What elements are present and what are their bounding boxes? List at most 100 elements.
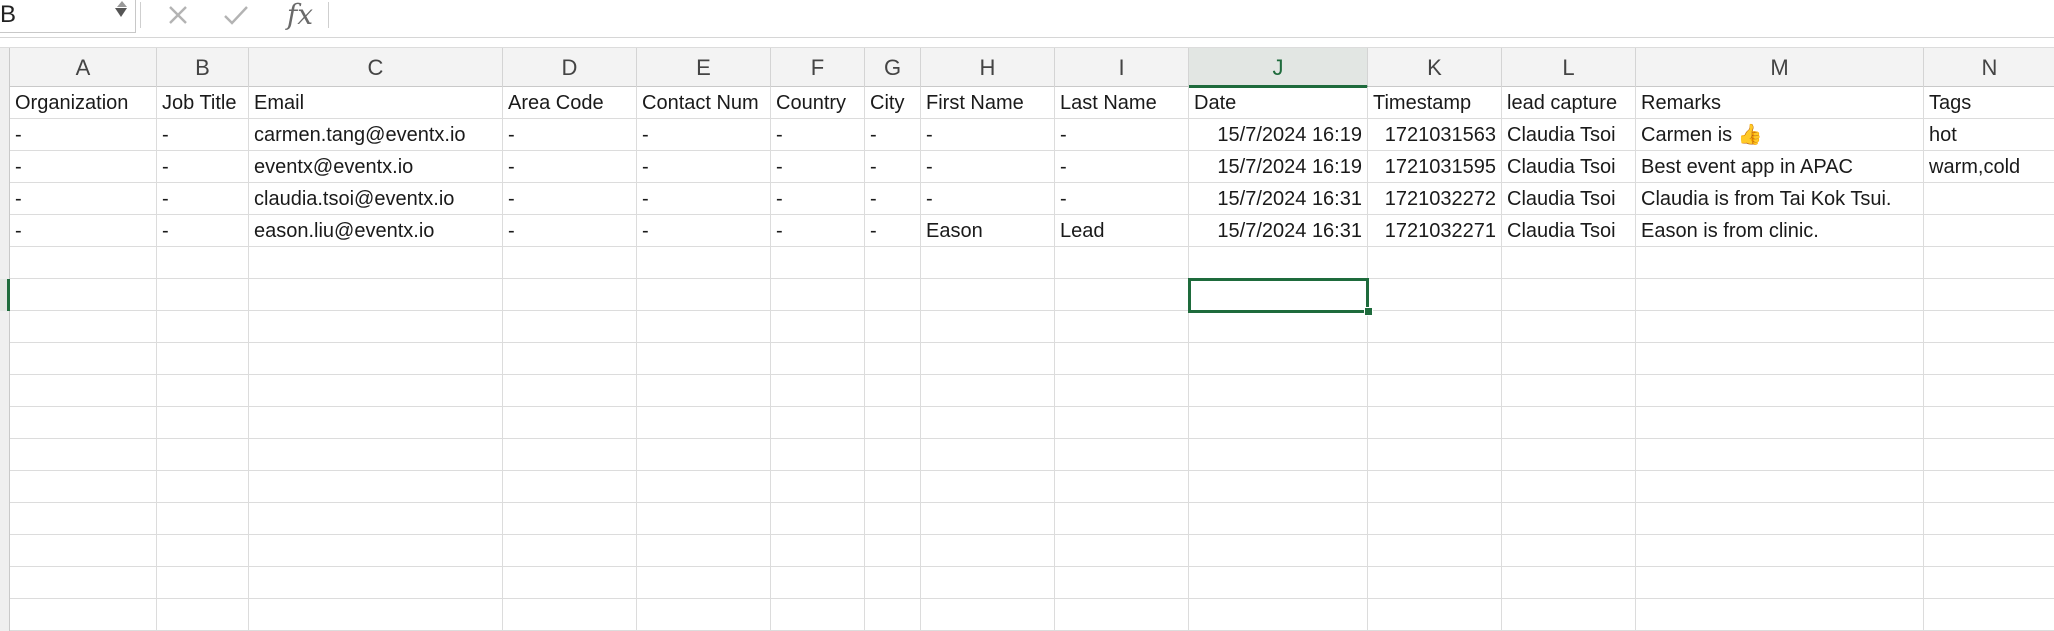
cell-e[interactable]: - (637, 183, 771, 215)
cell-c[interactable]: eventx@eventx.io (249, 151, 503, 183)
cell-n[interactable] (1924, 375, 2054, 407)
cell-e[interactable] (637, 247, 771, 279)
cell-b[interactable] (157, 375, 249, 407)
cell-a[interactable]: - (10, 183, 157, 215)
cell-m[interactable]: Eason is from clinic. (1636, 215, 1924, 247)
cell-j[interactable]: 15/7/2024 16:31 (1189, 215, 1368, 247)
cell-m[interactable] (1636, 567, 1924, 599)
cell-g[interactable] (865, 567, 921, 599)
cell-i[interactable]: - (1055, 119, 1189, 151)
row-header[interactable] (0, 503, 10, 535)
cell-m[interactable] (1636, 439, 1924, 471)
cell-e[interactable] (637, 311, 771, 343)
cell-k[interactable] (1368, 247, 1502, 279)
row-header[interactable] (0, 407, 10, 439)
column-header-d[interactable]: D (503, 48, 637, 88)
cell-e[interactable]: - (637, 119, 771, 151)
cell-k[interactable] (1368, 599, 1502, 631)
cell-h[interactable]: - (921, 151, 1055, 183)
cell-n[interactable] (1924, 567, 2054, 599)
cell-k[interactable] (1368, 375, 1502, 407)
cell-b[interactable]: - (157, 183, 249, 215)
row-header[interactable] (0, 439, 10, 471)
cell-n[interactable] (1924, 599, 2054, 631)
row-header[interactable] (0, 151, 10, 183)
cell-j[interactable] (1189, 503, 1368, 535)
cell-e[interactable] (637, 535, 771, 567)
cell-i[interactable] (1055, 439, 1189, 471)
cell-d[interactable] (503, 503, 637, 535)
cell-b[interactable] (157, 407, 249, 439)
cell-l[interactable] (1502, 343, 1636, 375)
cell-c[interactable] (249, 503, 503, 535)
cell-d[interactable] (503, 471, 637, 503)
cell-m[interactable]: Carmen is 👍 (1636, 119, 1924, 151)
cell-a[interactable] (10, 311, 157, 343)
column-header-k[interactable]: K (1368, 48, 1502, 88)
cell-c[interactable] (249, 471, 503, 503)
cell-j[interactable] (1189, 535, 1368, 567)
cell-n[interactable]: hot (1924, 119, 2054, 151)
column-header-a[interactable]: A (10, 48, 157, 88)
cell-f[interactable] (771, 535, 865, 567)
cell-j[interactable] (1189, 343, 1368, 375)
header-cell-c[interactable]: Email (249, 87, 503, 119)
cell-n[interactable] (1924, 439, 2054, 471)
cell-m[interactable]: Claudia is from Tai Kok Tsui. (1636, 183, 1924, 215)
cell-c[interactable] (249, 247, 503, 279)
cell-g[interactable] (865, 407, 921, 439)
column-header-c[interactable]: C (249, 48, 503, 88)
cell-f[interactable] (771, 375, 865, 407)
cell-n[interactable] (1924, 407, 2054, 439)
cell-l[interactable]: Claudia Tsoi (1502, 151, 1636, 183)
cell-j[interactable]: 15/7/2024 16:31 (1189, 183, 1368, 215)
row-header[interactable] (0, 375, 10, 407)
cell-b[interactable] (157, 535, 249, 567)
cell-k[interactable]: 1721031595 (1368, 151, 1502, 183)
cell-a[interactable] (10, 567, 157, 599)
cell-d[interactable] (503, 439, 637, 471)
cell-c[interactable] (249, 599, 503, 631)
cell-h[interactable] (921, 279, 1055, 311)
cell-m[interactable] (1636, 375, 1924, 407)
cell-a[interactable] (10, 535, 157, 567)
column-header-b[interactable]: B (157, 48, 249, 88)
cell-a[interactable]: - (10, 119, 157, 151)
cell-i[interactable] (1055, 311, 1189, 343)
cell-d[interactable]: - (503, 215, 637, 247)
cell-l[interactable] (1502, 375, 1636, 407)
cell-d[interactable] (503, 535, 637, 567)
cell-d[interactable] (503, 599, 637, 631)
cell-f[interactable] (771, 599, 865, 631)
cell-c[interactable] (249, 567, 503, 599)
cell-b[interactable]: - (157, 119, 249, 151)
cell-i[interactable] (1055, 535, 1189, 567)
cell-i[interactable]: Lead (1055, 215, 1189, 247)
cell-k[interactable] (1368, 279, 1502, 311)
fill-handle[interactable] (1364, 307, 1373, 316)
cell-e[interactable] (637, 343, 771, 375)
cell-l[interactable]: Claudia Tsoi (1502, 119, 1636, 151)
cell-g[interactable] (865, 279, 921, 311)
cell-f[interactable] (771, 311, 865, 343)
cell-n[interactable]: warm,cold (1924, 151, 2054, 183)
cell-e[interactable] (637, 439, 771, 471)
cell-i[interactable] (1055, 375, 1189, 407)
cell-d[interactable] (503, 567, 637, 599)
cell-l[interactable] (1502, 503, 1636, 535)
header-cell-l[interactable]: lead capture (1502, 87, 1636, 119)
cell-h[interactable]: - (921, 183, 1055, 215)
cell-n[interactable] (1924, 279, 2054, 311)
row-header[interactable] (0, 119, 10, 151)
cell-f[interactable] (771, 343, 865, 375)
header-cell-m[interactable]: Remarks (1636, 87, 1924, 119)
header-cell-i[interactable]: Last Name (1055, 87, 1189, 119)
cell-k[interactable] (1368, 503, 1502, 535)
column-header-l[interactable]: L (1502, 48, 1636, 88)
cell-i[interactable] (1055, 247, 1189, 279)
cell-c[interactable] (249, 535, 503, 567)
cell-a[interactable] (10, 503, 157, 535)
cell-j[interactable] (1189, 279, 1368, 311)
cell-f[interactable]: - (771, 151, 865, 183)
cell-g[interactable]: - (865, 151, 921, 183)
